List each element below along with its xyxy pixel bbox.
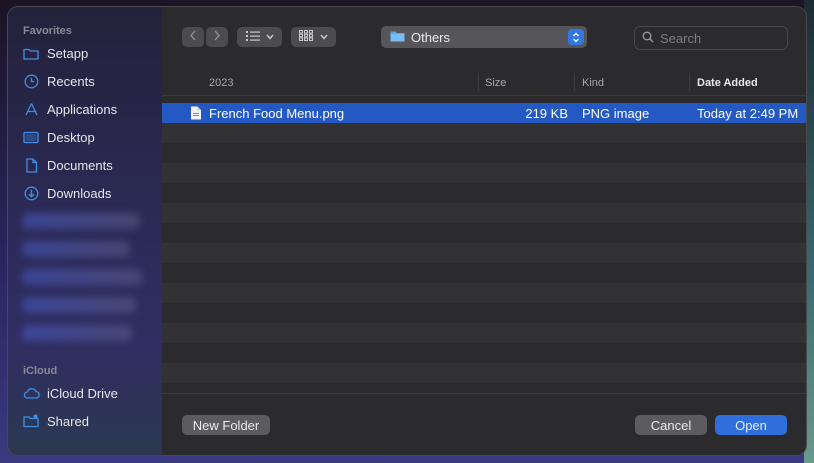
- shared-folder-icon: [22, 412, 40, 430]
- search-icon: [642, 31, 654, 46]
- sidebar-item-label: iCloud Drive: [47, 386, 118, 401]
- empty-row: [162, 163, 806, 183]
- open-file-dialog: Favorites Setapp Recents Applications De…: [8, 7, 806, 455]
- empty-row: [162, 203, 806, 223]
- column-header-date-added[interactable]: Date Added: [697, 77, 758, 89]
- folder-icon: [22, 44, 40, 62]
- back-button[interactable]: [182, 27, 204, 47]
- sidebar-item-label: Shared: [47, 414, 89, 429]
- sidebar-item-label: Downloads: [47, 186, 111, 201]
- location-label: Others: [411, 30, 450, 45]
- sidebar-item-applications[interactable]: Applications: [22, 98, 117, 120]
- cloud-icon: [22, 384, 40, 402]
- empty-row: [162, 123, 806, 143]
- toolbar: Others Search: [162, 7, 806, 69]
- sidebar-item-label: Documents: [47, 158, 113, 173]
- clock-icon: [22, 72, 40, 90]
- list-view-icon: [246, 31, 260, 44]
- sidebar-item-documents[interactable]: Documents: [22, 154, 113, 176]
- column-header-name[interactable]: 2023: [209, 77, 233, 89]
- group-view-menu-button[interactable]: [291, 27, 336, 47]
- empty-row: [162, 363, 806, 383]
- sidebar-item-label: Applications: [47, 102, 117, 117]
- redacted-sidebar-item[interactable]: [22, 213, 140, 229]
- folder-icon: [390, 30, 405, 45]
- sidebar-item-icloud-drive[interactable]: iCloud Drive: [22, 382, 118, 404]
- search-placeholder: Search: [660, 31, 701, 46]
- column-divider[interactable]: [689, 73, 690, 91]
- location-popup[interactable]: Others: [381, 26, 587, 48]
- list-view-menu-button[interactable]: [237, 27, 282, 47]
- popup-stepper-icon: [568, 29, 584, 45]
- file-list: 2023 Size Kind Date Added French Food Me…: [162, 69, 806, 393]
- redacted-sidebar-item[interactable]: [22, 297, 136, 313]
- empty-row: [162, 243, 806, 263]
- favorites-section-label: Favorites: [23, 25, 72, 37]
- sidebar-item-shared[interactable]: Shared: [22, 410, 89, 432]
- new-folder-button[interactable]: New Folder: [182, 415, 270, 435]
- open-button[interactable]: Open: [715, 415, 787, 435]
- grid-view-icon: [299, 30, 314, 44]
- sidebar-item-label: Recents: [47, 74, 95, 89]
- column-divider[interactable]: [574, 73, 575, 91]
- redacted-sidebar-item[interactable]: [22, 241, 130, 257]
- search-field[interactable]: Search: [634, 26, 788, 50]
- empty-row: [162, 283, 806, 303]
- desktop-icon: [22, 128, 40, 146]
- redacted-sidebar-item[interactable]: [22, 269, 142, 285]
- file-size: 219 KB: [478, 106, 568, 121]
- redacted-sidebar-item[interactable]: [22, 325, 132, 341]
- forward-button[interactable]: [206, 27, 228, 47]
- column-divider[interactable]: [478, 73, 479, 91]
- column-header-size[interactable]: Size: [485, 77, 506, 89]
- table-row[interactable]: French Food Menu.png 219 KB PNG image To…: [162, 103, 806, 123]
- chevron-down-icon: [266, 31, 274, 43]
- sidebar-item-recents[interactable]: Recents: [22, 70, 95, 92]
- sidebar-item-label: Desktop: [47, 130, 95, 145]
- sidebar-item-setapp[interactable]: Setapp: [22, 42, 88, 64]
- sidebar-item-downloads[interactable]: Downloads: [22, 182, 111, 204]
- sidebar-item-desktop[interactable]: Desktop: [22, 126, 95, 148]
- empty-row: [162, 323, 806, 343]
- bottom-bar: New Folder Cancel Open: [162, 393, 806, 455]
- sidebar: Favorites Setapp Recents Applications De…: [8, 7, 162, 455]
- file-kind: PNG image: [582, 106, 649, 121]
- chevron-left-icon: [189, 30, 197, 44]
- chevron-right-icon: [213, 30, 221, 44]
- document-icon: [22, 156, 40, 174]
- file-name: French Food Menu.png: [209, 106, 344, 121]
- column-header-kind[interactable]: Kind: [582, 77, 604, 89]
- list-header: 2023 Size Kind Date Added: [162, 69, 806, 96]
- icloud-section-label: iCloud: [23, 365, 57, 377]
- cancel-button[interactable]: Cancel: [635, 415, 707, 435]
- sidebar-item-label: Setapp: [47, 46, 88, 61]
- chevron-down-icon: [320, 31, 328, 43]
- file-date-added: Today at 2:49 PM: [697, 106, 798, 121]
- download-icon: [22, 184, 40, 202]
- applications-icon: [22, 100, 40, 118]
